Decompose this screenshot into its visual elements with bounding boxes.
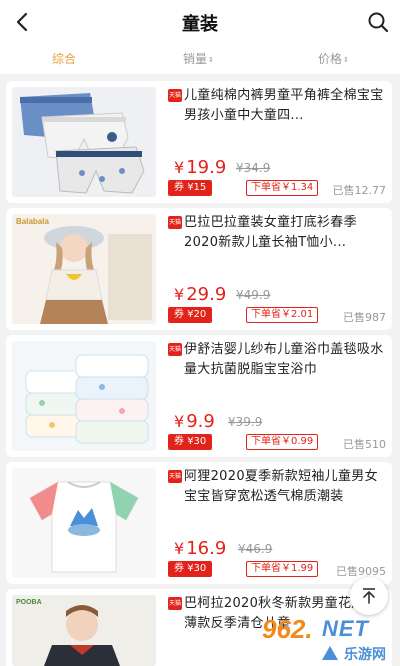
original-price: ¥39.9 <box>228 415 262 429</box>
product-card[interactable]: Balabala 天猫 巴拉巴拉童装女童打底衫春季2020新款儿童长袖T恤小..… <box>6 208 392 330</box>
currency-symbol: ¥ <box>174 158 185 177</box>
watermark-net: NET <box>322 616 369 641</box>
coupon-text: 券 ¥20 <box>169 308 212 322</box>
tmall-icon: 天猫 <box>168 343 182 356</box>
currency-symbol: ¥ <box>174 285 185 304</box>
discount-badge: 下单省￥2.01 <box>246 307 319 323</box>
product-image: Balabala <box>12 214 156 324</box>
product-price: ¥9.9 <box>174 411 215 432</box>
discount-badge: 下单省￥0.99 <box>246 434 319 450</box>
coupon-prefix: 券 <box>174 563 184 574</box>
brand-logo: POOBA <box>16 599 42 606</box>
product-card[interactable]: 天猫 阿狸2020夏季新款短袖儿童男女宝宝皆穿宽松透气棉质潮装 ¥16.9 ¥4… <box>6 462 392 584</box>
price-value: 19.9 <box>186 157 227 178</box>
original-price-value: 39.9 <box>235 415 263 429</box>
coupon-text: 券 ¥15 <box>169 181 212 195</box>
coupon-value: ¥20 <box>187 309 207 320</box>
tmall-icon: 天猫 <box>168 597 182 610</box>
sort-tab-price[interactable]: 价格⇕ <box>318 50 349 67</box>
search-icon <box>368 12 389 33</box>
sort-tab-label: 综合 <box>52 52 77 66</box>
product-title: 儿童纯棉内裤男童平角裤全棉宝宝男孩小童中大童四... <box>184 88 384 123</box>
sort-tab-label: 价格 <box>318 52 343 66</box>
coupon-text: 券 ¥30 <box>169 562 212 576</box>
currency-symbol: ¥ <box>236 288 244 302</box>
currency-symbol: ¥ <box>238 542 246 556</box>
sort-arrows-icon: ⇕ <box>208 56 214 64</box>
coupon-prefix: 券 <box>174 182 184 193</box>
product-title: 阿狸2020夏季新款短袖儿童男女宝宝皆穿宽松透气棉质潮装 <box>184 469 378 504</box>
coupon-badge[interactable]: 券 ¥30 <box>168 434 213 450</box>
product-price: ¥29.9 <box>174 284 226 305</box>
price-value: 16.9 <box>186 538 227 559</box>
coupon-value: ¥30 <box>187 436 207 447</box>
product-image <box>12 468 156 578</box>
coupon-prefix: 券 <box>174 309 184 320</box>
sold-count: 已售510 <box>343 438 386 451</box>
sold-count: 已售12.77 <box>332 184 387 197</box>
sort-tab-label: 销量 <box>183 52 208 66</box>
original-price: ¥34.9 <box>236 161 270 175</box>
coupon-prefix: 券 <box>174 436 184 447</box>
currency-symbol: ¥ <box>174 539 185 558</box>
coupon-value: ¥30 <box>187 563 207 574</box>
watermark-icon <box>322 646 338 660</box>
original-price-value: 34.9 <box>243 161 271 175</box>
back-to-top-button[interactable] <box>350 577 388 615</box>
price-value: 29.9 <box>186 284 227 305</box>
original-price-value: 49.9 <box>243 288 271 302</box>
product-title: 巴拉巴拉童装女童打底衫春季2020新款儿童长袖T恤小... <box>184 215 357 250</box>
discount-badge: 下单省￥1.34 <box>246 180 319 196</box>
watermark-number: 962. <box>262 614 313 644</box>
coupon-badge[interactable]: 券 ¥15 <box>168 180 213 196</box>
product-image <box>12 87 156 197</box>
currency-symbol: ¥ <box>228 415 236 429</box>
tmall-icon: 天猫 <box>168 89 182 102</box>
price-value: 9.9 <box>186 411 215 432</box>
original-price: ¥49.9 <box>236 288 270 302</box>
product-image: POOBA <box>12 595 156 666</box>
currency-symbol: ¥ <box>236 161 244 175</box>
page-title: 童装 <box>182 14 218 35</box>
product-price: ¥16.9 <box>174 538 226 559</box>
arrow-up-icon <box>363 588 375 604</box>
sort-arrows-icon: ⇕ <box>343 56 349 64</box>
product-image <box>12 341 156 451</box>
product-card[interactable]: 天猫 儿童纯棉内裤男童平角裤全棉宝宝男孩小童中大童四... ¥19.9 ¥34.… <box>6 81 392 203</box>
tmall-icon: 天猫 <box>168 216 182 229</box>
search-button[interactable] <box>366 10 390 34</box>
sort-tab-sales[interactable]: 销量⇕ <box>183 50 214 67</box>
coupon-badge[interactable]: 券 ¥30 <box>168 561 213 577</box>
coupon-value: ¥15 <box>187 182 207 193</box>
top-bar: 童装 <box>0 0 400 44</box>
watermark-logo: 962. NET 乐游网 <box>262 614 400 664</box>
product-price: ¥19.9 <box>174 157 226 178</box>
coupon-text: 券 ¥30 <box>169 435 212 449</box>
discount-badge: 下单省￥1.99 <box>246 561 319 577</box>
sold-count: 已售9095 <box>336 565 386 578</box>
tmall-icon: 天猫 <box>168 470 182 483</box>
sold-count: 已售987 <box>343 311 386 324</box>
sort-tab-comprehensive[interactable]: 综合 <box>52 50 76 67</box>
product-card[interactable]: 天猫 伊舒洁婴儿纱布儿童浴巾盖毯吸水量大抗菌脱脂宝宝浴巾 ¥9.9 ¥39.9 … <box>6 335 392 457</box>
sort-bar: 综合 销量⇕ 价格⇕ <box>0 44 400 74</box>
product-title: 伊舒洁婴儿纱布儿童浴巾盖毯吸水量大抗菌脱脂宝宝浴巾 <box>184 342 384 377</box>
coupon-badge[interactable]: 券 ¥20 <box>168 307 213 323</box>
currency-symbol: ¥ <box>174 412 185 431</box>
watermark-cn: 乐游网 <box>344 647 386 663</box>
brand-logo: Balabala <box>16 217 49 226</box>
original-price-value: 46.9 <box>245 542 273 556</box>
original-price: ¥46.9 <box>238 542 272 556</box>
